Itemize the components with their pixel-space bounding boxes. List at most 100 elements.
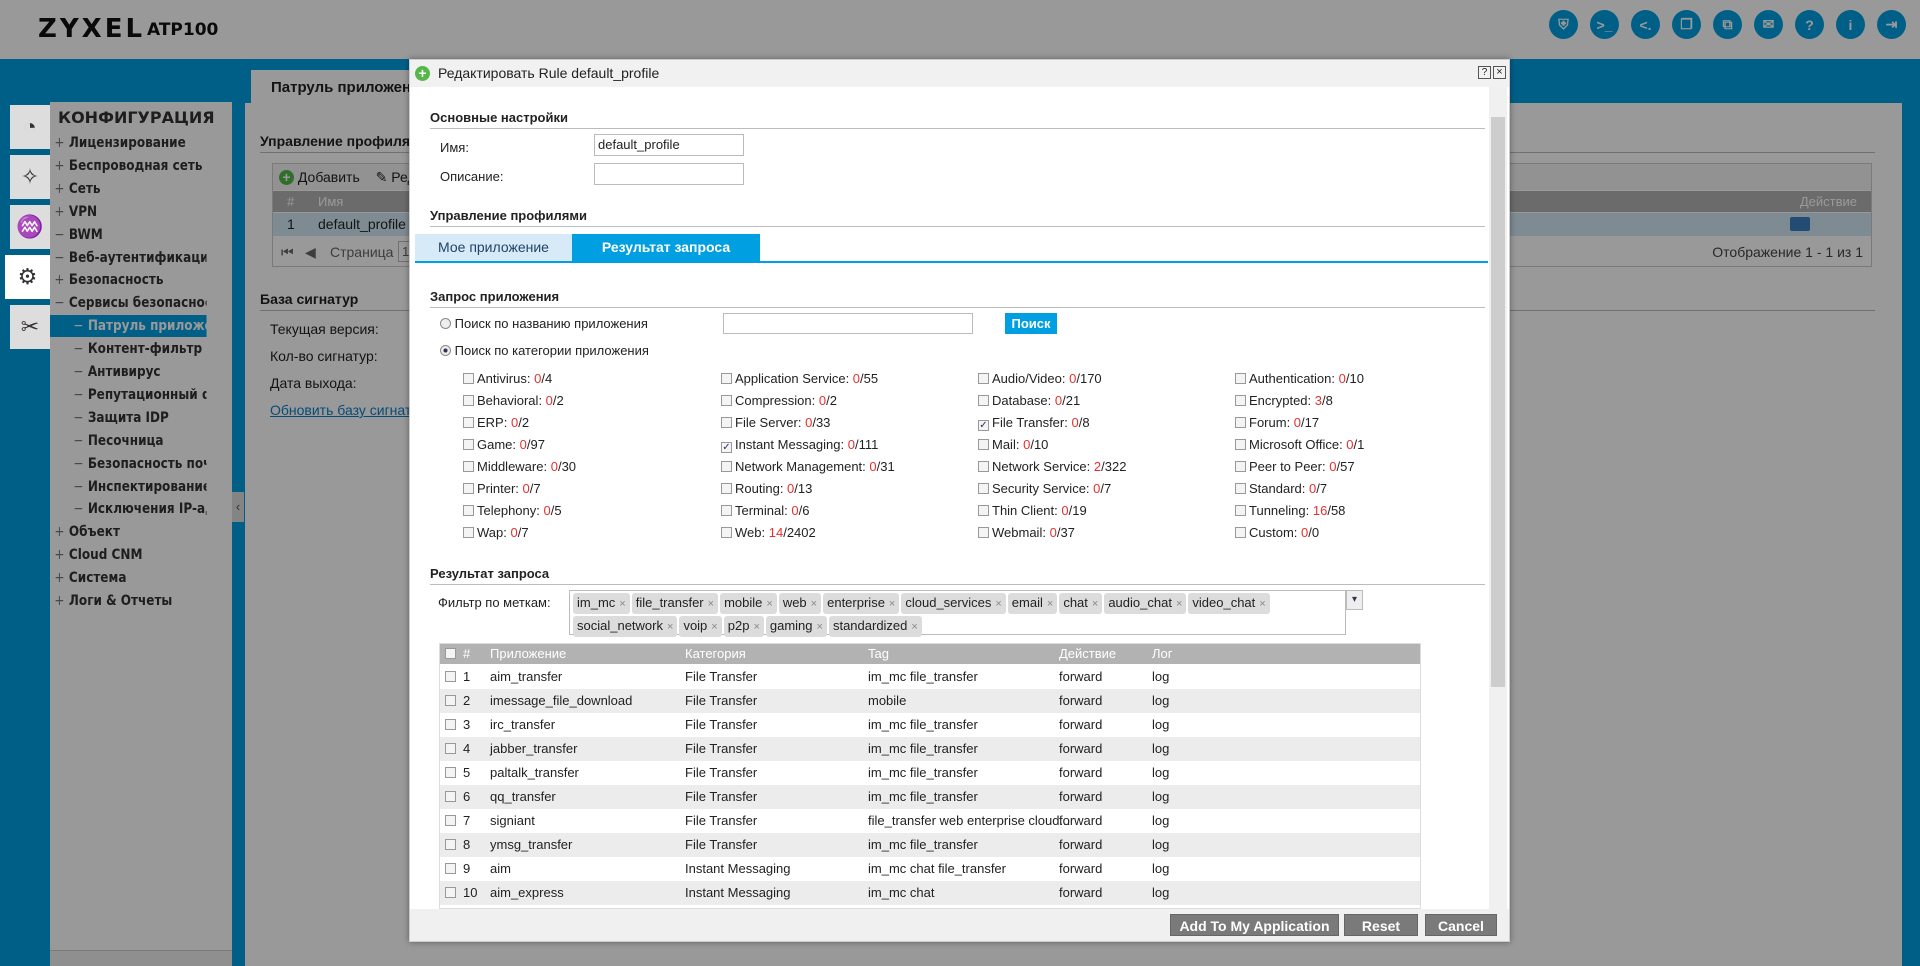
category-checkbox-item[interactable]: Standard: 0/7 — [1235, 481, 1327, 496]
checkbox[interactable] — [721, 527, 732, 538]
remove-tag-icon[interactable]: × — [766, 598, 772, 610]
category-checkbox-item[interactable]: Terminal: 0/6 — [721, 503, 809, 518]
checkbox[interactable] — [978, 483, 989, 494]
category-checkbox-item[interactable]: Behavioral: 0/2 — [463, 393, 564, 408]
category-checkbox-item[interactable]: Security Service: 0/7 — [978, 481, 1111, 496]
row-checkbox[interactable] — [445, 767, 456, 778]
checkbox[interactable] — [978, 395, 989, 406]
description-input[interactable] — [594, 163, 744, 185]
category-checkbox-item[interactable]: Routing: 0/13 — [721, 481, 812, 496]
category-checkbox-item[interactable]: Wap: 0/7 — [463, 525, 529, 540]
checkbox[interactable] — [1235, 373, 1246, 384]
row-checkbox[interactable] — [445, 863, 456, 874]
category-checkbox-item[interactable]: Microsoft Office: 0/1 — [1235, 437, 1364, 452]
category-checkbox-item[interactable]: Application Service: 0/55 — [721, 371, 878, 386]
tag-filter-input[interactable]: im_mc × file_transfer × mobile × web × enterpris… — [569, 590, 1346, 637]
remove-tag-icon[interactable]: × — [889, 598, 895, 610]
category-checkbox-item[interactable]: Authentication: 0/10 — [1235, 371, 1364, 386]
checkbox[interactable] — [1235, 417, 1246, 428]
row-checkbox[interactable] — [445, 695, 456, 706]
remove-tag-icon[interactable]: × — [995, 598, 1001, 610]
row-checkbox[interactable] — [445, 671, 456, 682]
checkbox[interactable] — [1235, 483, 1246, 494]
category-checkbox-item[interactable]: File Server: 0/33 — [721, 415, 830, 430]
column-header[interactable]: Приложение — [490, 644, 566, 664]
table-row[interactable]: 1 aim_transfer File Transfer im_mc file_tra… — [440, 665, 1420, 689]
category-checkbox-item[interactable]: Telephony: 0/5 — [463, 503, 562, 518]
remove-tag-icon[interactable]: × — [911, 621, 917, 633]
category-checkbox-item[interactable]: Network Service: 2/322 — [978, 459, 1126, 474]
category-checkbox-item[interactable]: Database: 0/21 — [978, 393, 1080, 408]
checkbox[interactable] — [463, 373, 474, 384]
radio-by-category-label[interactable]: Поиск по категории приложения — [455, 343, 649, 358]
help-icon[interactable]: ? — [1478, 66, 1491, 79]
category-checkbox-item[interactable]: Webmail: 0/37 — [978, 525, 1075, 540]
remove-tag-icon[interactable]: × — [1047, 598, 1053, 610]
table-row[interactable]: 10 aim_express Instant Messaging im_mc chat… — [440, 881, 1420, 905]
select-all-checkbox[interactable] — [445, 648, 456, 659]
checkbox[interactable]: ✓ — [978, 420, 989, 431]
table-row[interactable]: 2 imessage_file_download File Transfer mobi… — [440, 689, 1420, 713]
checkbox[interactable] — [463, 439, 474, 450]
reset-button[interactable]: Reset — [1344, 914, 1418, 936]
checkbox[interactable] — [978, 527, 989, 538]
tab-my-application[interactable]: Мое приложение — [415, 234, 572, 261]
checkbox[interactable] — [721, 373, 732, 384]
category-checkbox-item[interactable]: ✓ Instant Messaging: 0/111 — [721, 437, 878, 453]
category-checkbox-item[interactable]: Web: 14/2402 — [721, 525, 816, 540]
category-checkbox-item[interactable]: ERP: 0/2 — [463, 415, 529, 430]
column-header[interactable]: Категория — [685, 644, 746, 664]
name-input[interactable]: default_profile — [594, 134, 744, 156]
remove-tag-icon[interactable]: × — [811, 598, 817, 610]
row-checkbox[interactable] — [445, 815, 456, 826]
category-checkbox-item[interactable]: Middleware: 0/30 — [463, 459, 576, 474]
checkbox[interactable] — [463, 505, 474, 516]
monitor-icon[interactable]: ♒ — [10, 205, 50, 249]
category-checkbox-item[interactable]: Custom: 0/0 — [1235, 525, 1319, 540]
column-header[interactable]: # — [463, 644, 470, 664]
checkbox[interactable] — [978, 373, 989, 384]
table-row[interactable]: 4 jabber_transfer File Transfer im_mc file_… — [440, 737, 1420, 761]
gear-icon[interactable]: ⚙ — [5, 255, 50, 299]
checkbox[interactable] — [463, 395, 474, 406]
table-row[interactable]: 6 qq_transfer File Transfer im_mc file_tran… — [440, 785, 1420, 809]
radio-by-category[interactable] — [440, 345, 451, 356]
checkbox[interactable] — [463, 461, 474, 472]
checkbox[interactable] — [721, 461, 732, 472]
tag-filter-dropdown-icon[interactable]: ▾ — [1346, 590, 1363, 610]
category-checkbox-item[interactable]: Game: 0/97 — [463, 437, 545, 452]
close-icon[interactable]: × — [1493, 66, 1506, 79]
checkbox[interactable] — [1235, 439, 1246, 450]
category-checkbox-item[interactable]: Network Management: 0/31 — [721, 459, 895, 474]
checkbox[interactable] — [978, 505, 989, 516]
checkbox[interactable] — [721, 483, 732, 494]
remove-tag-icon[interactable]: × — [1176, 598, 1182, 610]
category-checkbox-item[interactable]: Compression: 0/2 — [721, 393, 837, 408]
remove-tag-icon[interactable]: × — [753, 621, 759, 633]
category-checkbox-item[interactable]: Mail: 0/10 — [978, 437, 1048, 452]
table-row[interactable]: 7 signiant File Transfer file_transfer web … — [440, 809, 1420, 833]
remove-tag-icon[interactable]: × — [817, 621, 823, 633]
remove-tag-icon[interactable]: × — [708, 598, 714, 610]
category-checkbox-item[interactable]: Encrypted: 3/8 — [1235, 393, 1333, 408]
checkbox[interactable] — [1235, 527, 1246, 538]
remove-tag-icon[interactable]: × — [1259, 598, 1265, 610]
tab-query-result[interactable]: Результат запроса — [572, 234, 760, 261]
column-header[interactable]: Действие — [1059, 644, 1116, 664]
search-button[interactable]: Поиск — [1005, 313, 1057, 334]
radio-by-name[interactable] — [440, 318, 451, 329]
category-checkbox-item[interactable]: Tunneling: 16/58 — [1235, 503, 1345, 518]
checkbox[interactable] — [1235, 505, 1246, 516]
checkbox[interactable] — [978, 439, 989, 450]
dialog-scrollbar[interactable] — [1489, 87, 1507, 909]
maintenance-icon[interactable]: ✂ — [10, 305, 50, 349]
category-checkbox-item[interactable]: ✓ File Transfer: 0/8 — [978, 415, 1090, 431]
checkbox[interactable] — [463, 527, 474, 538]
checkbox[interactable]: ✓ — [721, 442, 732, 453]
app-search-input[interactable] — [723, 313, 973, 334]
checkbox[interactable] — [978, 461, 989, 472]
checkbox[interactable] — [1235, 395, 1246, 406]
row-checkbox[interactable] — [445, 839, 456, 850]
table-row[interactable]: 8 ymsg_transfer File Transfer im_mc file_tr… — [440, 833, 1420, 857]
table-row[interactable]: 5 paltalk_transfer File Transfer im_mc file… — [440, 761, 1420, 785]
